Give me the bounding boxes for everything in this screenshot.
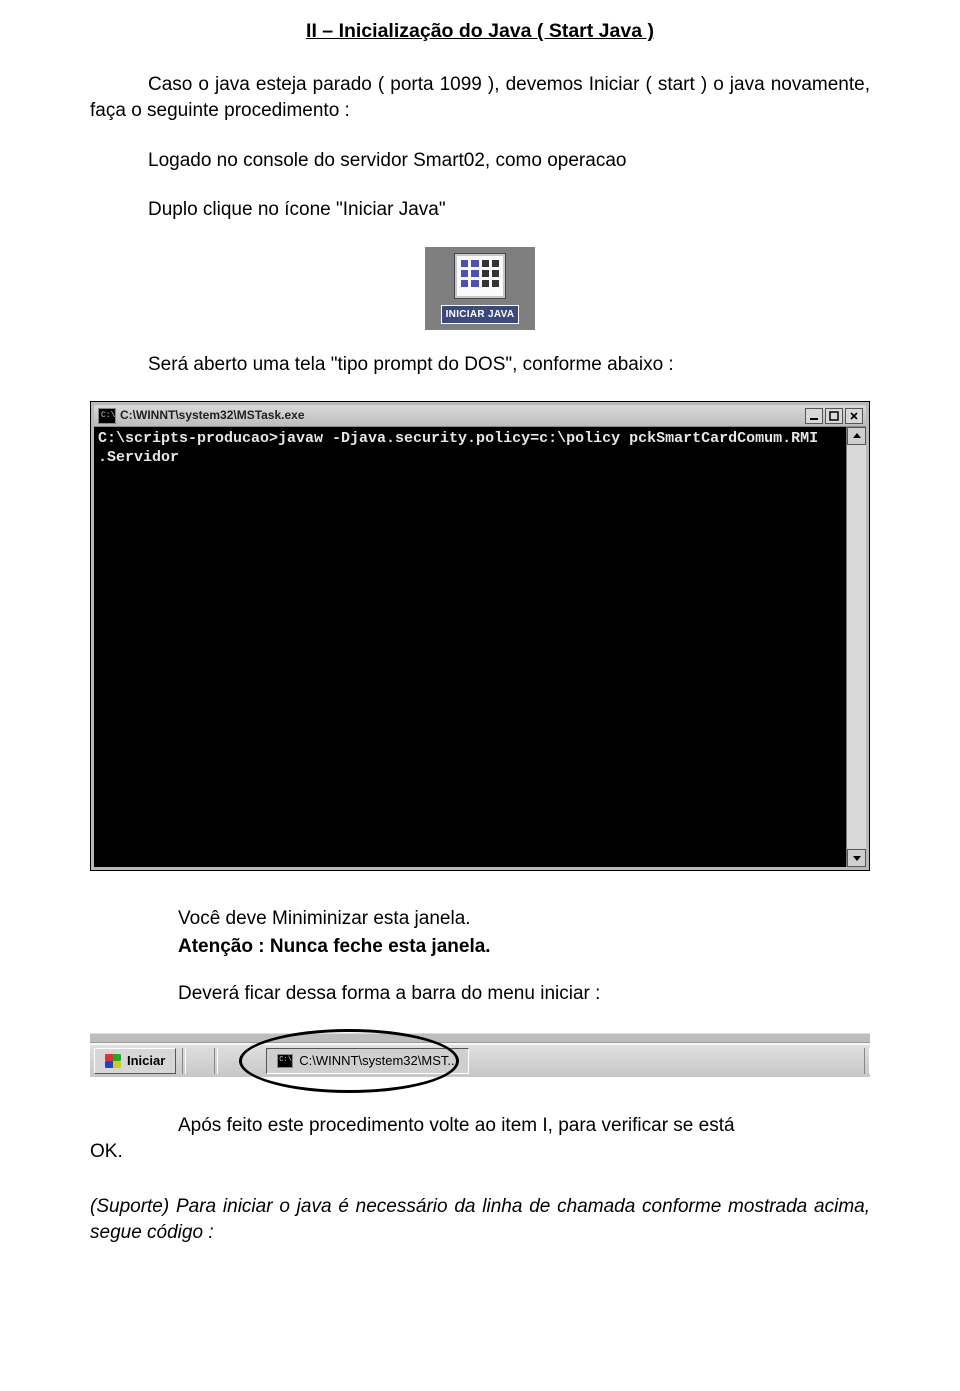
paragraph-after-procedure: Após feito este procedimento volte ao it… [90,1113,870,1164]
paragraph-intro: Caso o java esteja parado ( porta 1099 )… [90,72,870,123]
building-icon [454,253,506,299]
paragraph-login: Logado no console do servidor Smart02, c… [90,148,870,174]
taskbar-separator [864,1048,870,1074]
scroll-up-button[interactable] [847,427,866,445]
paragraph-taskbar-hint: Deverá ficar dessa forma a barra do menu… [178,981,870,1007]
quicklaunch-slot[interactable] [188,1048,212,1074]
console-title: C:\WINNT\system32\MSTask.exe [120,407,805,423]
taskbar-separator [214,1048,218,1074]
start-button-label: Iniciar [127,1052,165,1070]
scroll-down-button[interactable] [847,849,866,867]
taskbar-illustration: Iniciar C:\WINNT\system32\MST... [90,1033,870,1077]
minimize-button[interactable] [805,408,823,424]
scrollbar[interactable] [846,427,866,867]
after-proc-line1: Após feito este procedimento volte ao it… [90,1113,870,1139]
scroll-track[interactable] [847,445,866,849]
taskbar-item-label: C:\WINNT\system32\MST... [299,1052,458,1070]
section-title: II – Inicialização do Java ( Start Java … [90,18,870,44]
desktop-icon-label: INICIAR JAVA [441,305,520,325]
attention-rest: Nunca feche esta janela. [265,936,491,957]
console-window: C:\WINNT\system32\MSTask.exe C:\scripts-… [91,402,869,870]
paragraph-attention: Atenção : Nunca feche esta janela. [178,934,870,960]
paragraph-minimize: Você deve Miniminizar esta janela. [178,906,870,932]
after-proc-line2: OK. [90,1139,870,1165]
paragraph-doubleclick: Duplo clique no ícone "Iniciar Java" [90,197,870,223]
close-button[interactable] [845,408,863,424]
console-sys-icon [98,408,116,424]
maximize-button[interactable] [825,408,843,424]
taskbar-item-console[interactable]: C:\WINNT\system32\MST... [266,1048,469,1074]
taskbar-separator [182,1048,186,1074]
start-button[interactable]: Iniciar [94,1048,176,1074]
windows-flag-icon [105,1054,121,1068]
attention-label: Atenção : [178,936,265,957]
paragraph-prompt-open: Será aberto uma tela "tipo prompt do DOS… [90,352,870,378]
console-output[interactable]: C:\scripts-producao>javaw -Djava.securit… [94,427,846,867]
console-titlebar[interactable]: C:\WINNT\system32\MSTask.exe [94,405,866,427]
console-icon [277,1054,293,1068]
paragraph-suporte: (Suporte) Para iniciar o java é necessár… [90,1194,870,1245]
desktop-icon-iniciar-java[interactable]: INICIAR JAVA [425,247,535,331]
